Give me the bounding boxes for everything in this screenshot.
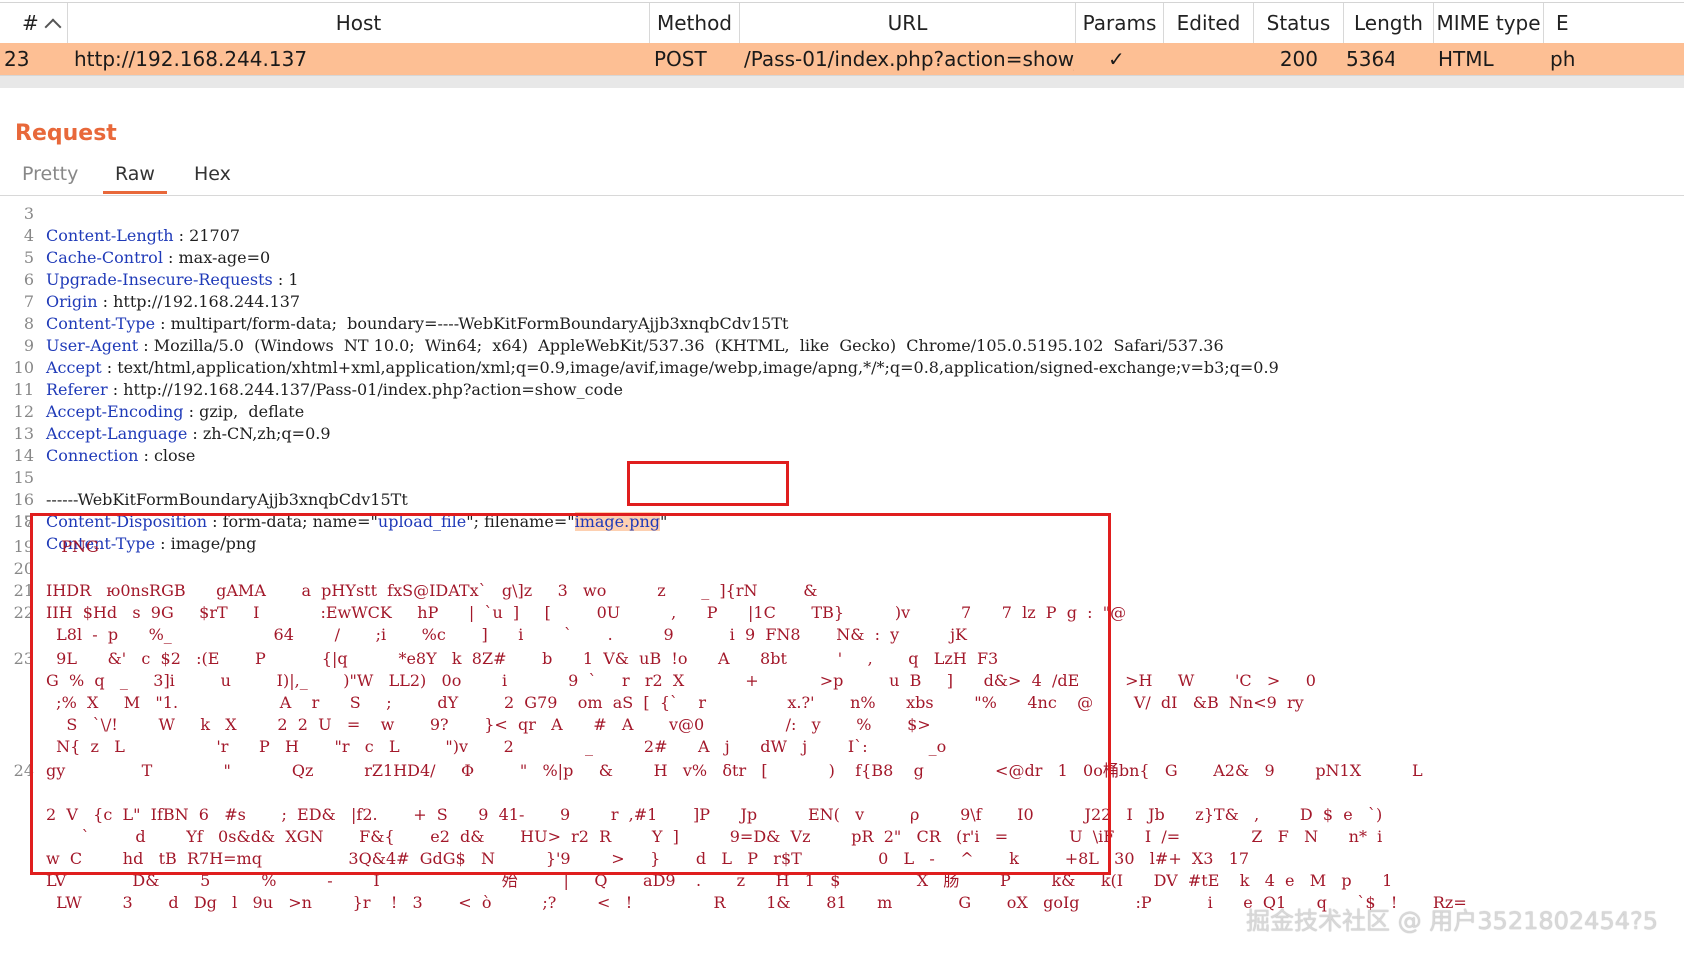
request-panel-title: Request [15,121,117,146]
column-header-status[interactable]: Status [1254,3,1344,43]
content-disposition-line: 16 Content-Disposition : form-data; name… [0,467,1684,531]
request-line: 12 Accept-Language : zh-CN,zh;q=0.9 [0,379,1684,443]
request-line: 11 Accept-Encoding : gzip, deflate [0,357,1684,421]
table-row-selected[interactable]: 23 http://192.168.244.137 POST /Pass-01/… [0,43,1684,75]
line-number: 19 [13,537,34,556]
request-line: 14 [0,423,1684,465]
request-line: 6 Origin : http://192.168.244.137 [0,247,1684,311]
column-header-url[interactable]: URL [740,3,1076,43]
column-header-method[interactable]: Method [650,3,740,43]
line-number: 20 [13,559,34,578]
sort-ascending-icon [44,18,62,36]
line-number: 23 [13,649,34,668]
request-line: 7 Content-Type : multipart/form-data; bo… [0,269,1684,333]
cell-status: 200 [1279,47,1318,71]
params-checkmark-icon: ✓ [1108,47,1125,71]
column-header-params[interactable]: Params [1076,3,1164,43]
cell-length: 5364 [1346,47,1394,71]
cell-method: POST [654,47,707,71]
cell-host: http://192.168.244.137 [74,47,308,71]
watermark: 掘金技术社区 @ 用户3521802454?5 [1246,907,1658,935]
request-line: 4 Cache-Control : max-age=0 [0,203,1684,267]
column-header-host[interactable]: Host [68,3,650,43]
request-line: 10 Referer : http://192.168.244.137/Pass… [0,335,1684,399]
request-line: 17 Content-Type : image/png [0,489,1684,553]
table-horizontal-scrollbar[interactable] [0,75,1684,88]
request-line: 15 ------WebKitFormBoundaryAjjb3xnqbCdv1… [0,445,1684,509]
cell-url: /Pass-01/index.php?action=show_... [744,47,1074,71]
request-line: 3 Content-Length : 21707 [0,196,1684,245]
filename-annotation-box [627,461,789,506]
line-number: 22 [13,603,34,622]
column-header-number-label: # [22,11,39,35]
cell-number: 23 [4,47,30,71]
table-header: # Host Method URL Params Edited Status L… [0,2,1684,44]
column-header-length[interactable]: Length [1344,3,1434,43]
request-line: 13 Connection : close [0,401,1684,465]
request-line: 8 User-Agent : Mozilla/5.0 (Windows NT 1… [0,291,1684,355]
column-header-mime-type[interactable]: MIME type [1434,3,1544,43]
column-header-number[interactable]: # [0,3,68,43]
request-line: 9 Accept : text/html,application/xhtml+x… [0,313,1684,377]
tab-raw[interactable]: Raw [103,160,167,196]
line-number: 24 [13,761,34,780]
column-header-edited[interactable]: Edited [1164,3,1254,43]
binary-content-annotation-box [30,513,1111,875]
cell-mime-type: HTML [1438,47,1494,71]
line-number: 21 [13,581,34,600]
column-header-extension[interactable]: E [1544,3,1574,43]
tab-hex[interactable]: Hex [194,160,231,196]
line-number: 18 [13,512,34,531]
cell-extension: ph [1550,47,1576,71]
cell-edited [1180,43,1240,75]
request-line: 5 Upgrade-Insecure-Requests : 1 [0,225,1684,289]
tab-pretty[interactable]: Pretty [22,160,78,196]
